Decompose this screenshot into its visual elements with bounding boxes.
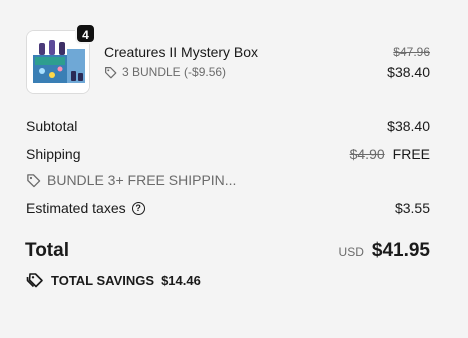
total-label: Total <box>25 240 69 261</box>
taxes-label: Estimated taxes <box>26 200 126 216</box>
tag-icon <box>105 66 117 78</box>
line-item-price: $38.40 <box>387 64 430 80</box>
quantity-badge: 4 <box>75 23 96 44</box>
bundle-discount: 3 BUNDLE (-$9.56) <box>104 65 226 79</box>
currency-code: USD <box>338 245 364 259</box>
subtotal-value: $38.40 <box>387 118 430 134</box>
shipping-discount-label: BUNDLE 3+ FREE SHIPPIN... <box>47 172 237 188</box>
bundle-discount-label: 3 BUNDLE (-$9.56) <box>122 65 227 79</box>
taxes-value: $3.55 <box>394 200 430 216</box>
shipping-row: Shipping $4.90 FREE <box>26 146 430 166</box>
help-icon[interactable]: ? <box>131 201 145 215</box>
shipping-value: FREE <box>392 146 430 162</box>
taxes-label-group: Estimated taxes ? <box>26 200 145 216</box>
total-value-group: USD $41.95 <box>339 240 430 262</box>
savings-value: $14.46 <box>161 272 201 288</box>
subtotal-row: Subtotal $38.40 <box>26 118 430 138</box>
tag-icon <box>27 173 41 187</box>
shipping-label: Shipping <box>26 146 81 162</box>
shipping-original-price: $4.90 <box>349 146 385 162</box>
total-savings: TOTAL SAVINGS $14.46 <box>26 272 201 288</box>
savings-tag-icon <box>26 273 43 288</box>
shipping-discount: BUNDLE 3+ FREE SHIPPIN... <box>26 172 236 188</box>
subtotal-label: Subtotal <box>26 118 78 134</box>
savings-label: TOTAL SAVINGS <box>51 272 155 288</box>
product-title: Creatures II Mystery Box <box>104 44 259 60</box>
original-price: $47.96 <box>393 45 430 59</box>
taxes-row: Estimated taxes ? $3.55 <box>26 200 430 220</box>
shipping-values: $4.90 FREE <box>350 146 430 162</box>
total-amount: $41.95 <box>371 240 430 261</box>
cart-line-item: 4 Creatures II Mystery Box 3 BUNDLE (-$9… <box>26 23 430 94</box>
